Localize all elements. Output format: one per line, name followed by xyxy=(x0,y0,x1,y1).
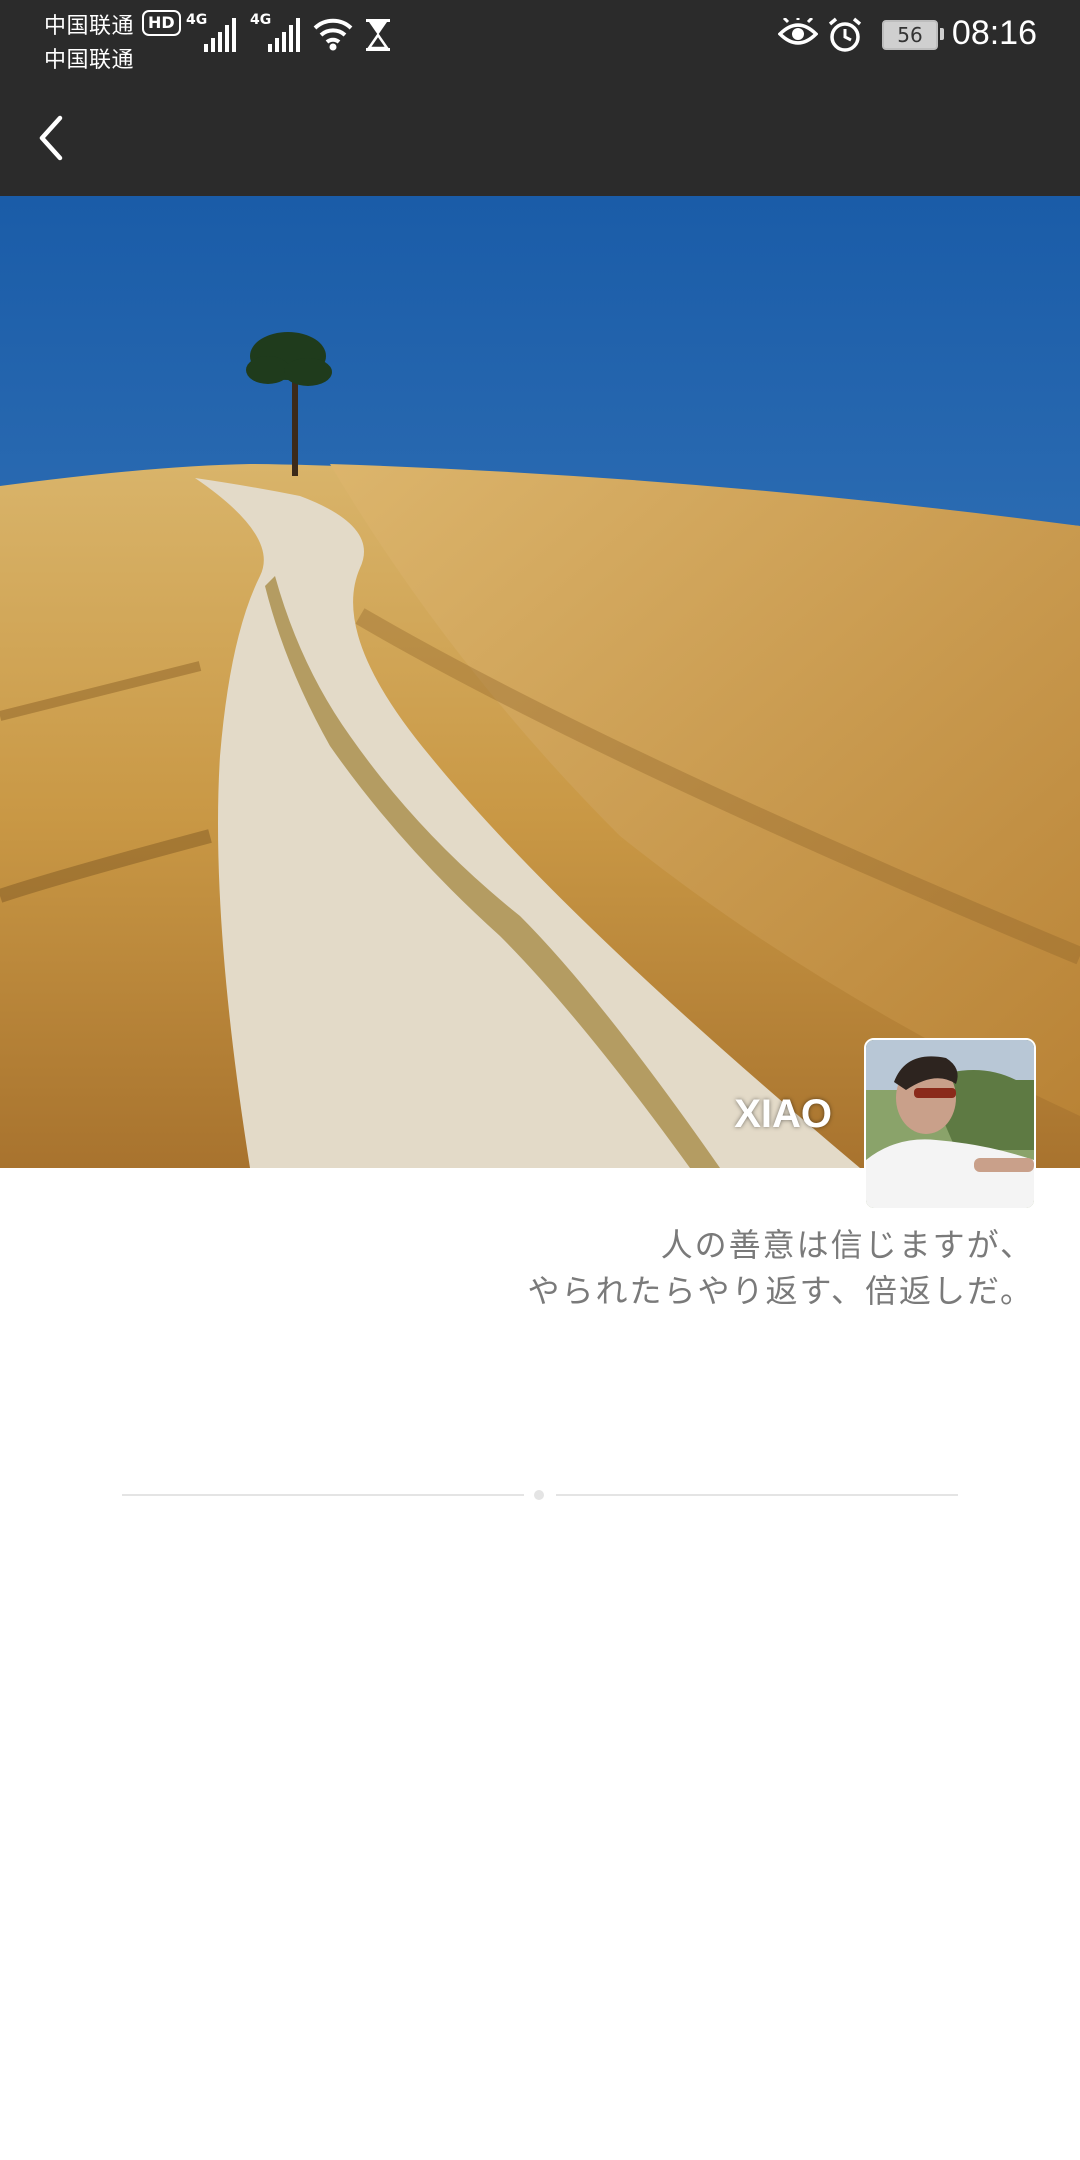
hourglass-icon xyxy=(366,19,390,51)
wifi-icon xyxy=(313,18,353,51)
hd-badge: HD xyxy=(142,10,181,36)
alarm-icon xyxy=(828,17,862,52)
carrier-label-1: 中国联通 xyxy=(44,14,135,39)
signal-icon xyxy=(204,18,240,52)
avatar[interactable] xyxy=(864,1038,1036,1210)
status-and-header-bar: 中国联通 HD 中国联通 4G 4G 56 08:16 xyxy=(0,0,1080,196)
carrier-label-2: 中国联通 xyxy=(44,48,135,73)
battery-tip xyxy=(940,28,944,40)
profile-cover-image xyxy=(0,196,1080,1168)
content-divider xyxy=(122,1490,958,1500)
chevron-left-icon[interactable] xyxy=(30,108,80,168)
bio-line-1: 人の善意は信じますが、 xyxy=(660,1226,1034,1264)
signal-icon xyxy=(268,18,304,52)
clock: 08:16 xyxy=(951,14,1037,52)
battery-level: 56 xyxy=(897,23,923,47)
eye-icon xyxy=(778,18,818,45)
profile-bio: 人の善意は信じますが、 やられたらやり返す、倍返しだ。 xyxy=(528,1222,1034,1314)
bio-line-2: やられたらやり返す、倍返しだ。 xyxy=(527,1272,1034,1310)
user-name: XIAO xyxy=(734,1092,832,1136)
battery-icon: 56 xyxy=(882,20,938,50)
